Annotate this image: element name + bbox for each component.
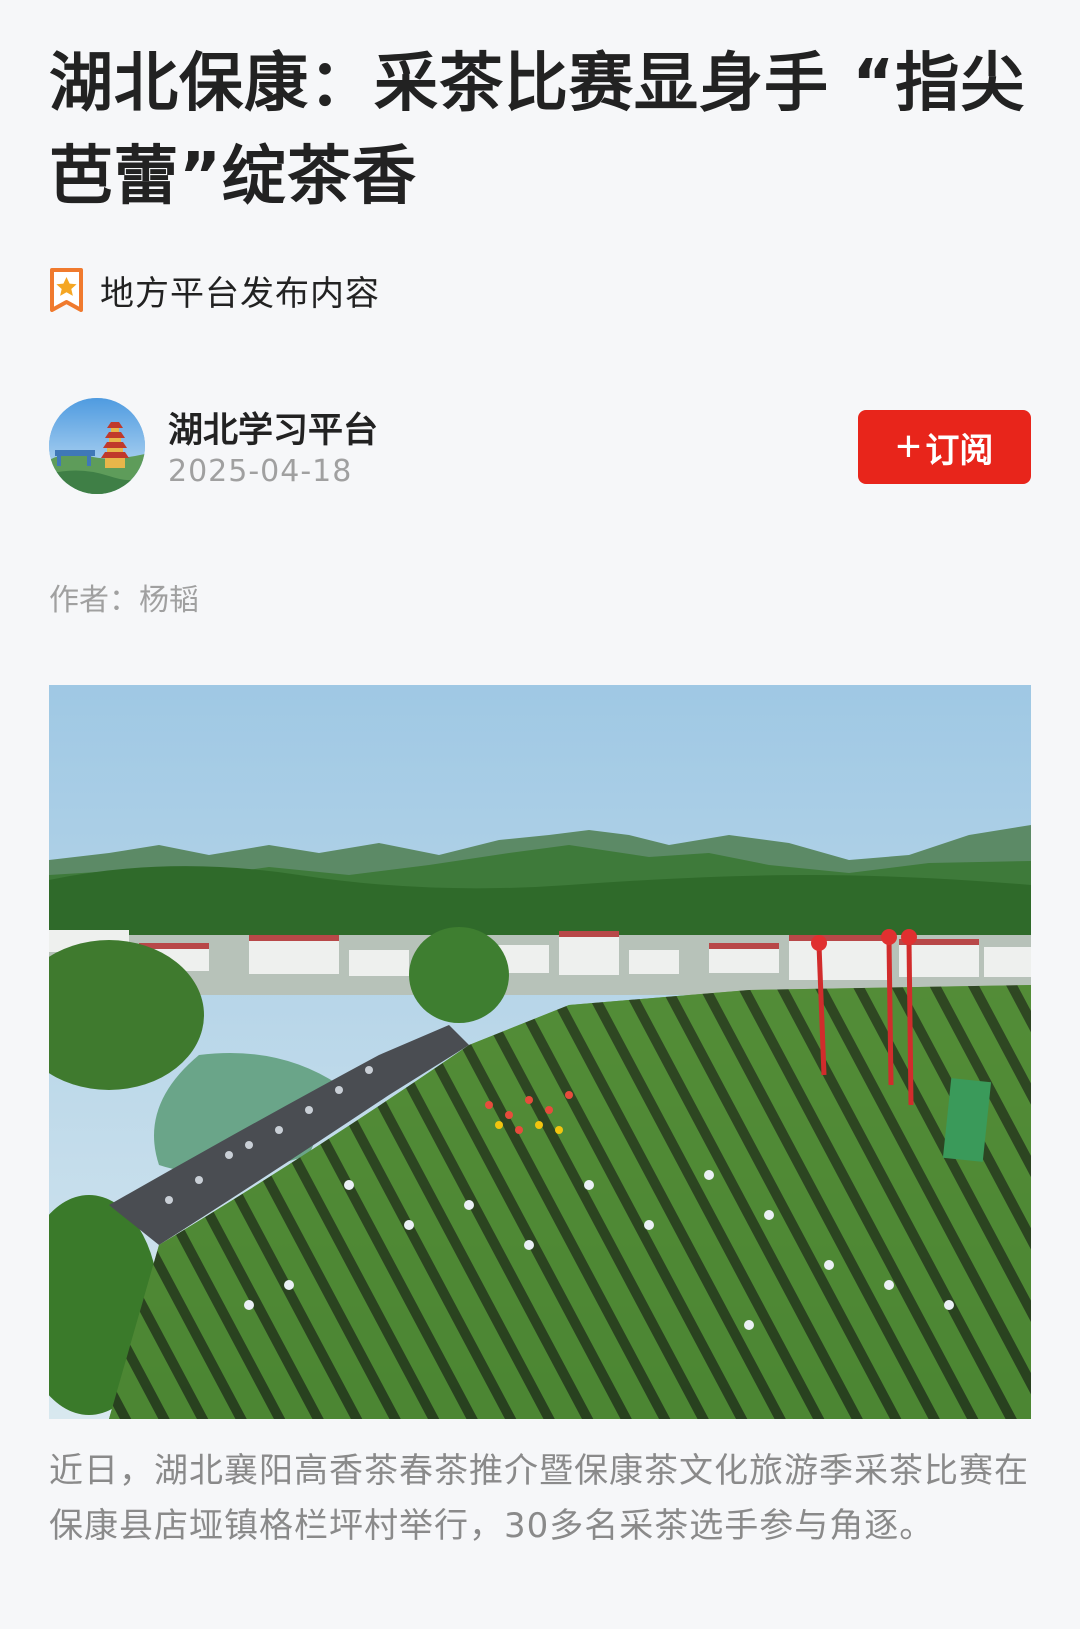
subscribe-button[interactable]: + 订阅 (858, 410, 1031, 484)
plus-icon: + (895, 422, 922, 471)
source-tag-label: 地方平台发布内容 (100, 273, 380, 314)
subscribe-label: 订阅 (925, 431, 994, 470)
publish-date: 2025-04-18 (168, 454, 353, 489)
article-page: 湖北保康：采茶比赛显身手 “指尖芭蕾”绽茶香 地方平台发布内容 湖北学习平台 2… (0, 0, 1080, 1629)
source-tag: 地方平台发布内容 (49, 268, 380, 314)
author-line: 作者：杨韬 (49, 583, 199, 618)
photo-caption: 近日，湖北襄阳高香茶春茶推介暨保康茶文化旅游季采茶比赛在保康县店垭镇格栏坪村举行… (49, 1451, 1029, 1546)
account-row: 湖北学习平台 2025-04-18 + 订阅 (49, 398, 1031, 494)
account-name[interactable]: 湖北学习平台 (168, 402, 378, 453)
bookmark-star-icon (49, 268, 84, 312)
article-photo[interactable] (49, 685, 1031, 1419)
account-avatar[interactable] (49, 398, 145, 494)
article-title: 湖北保康：采茶比赛显身手 “指尖芭蕾”绽茶香 (49, 47, 1026, 214)
